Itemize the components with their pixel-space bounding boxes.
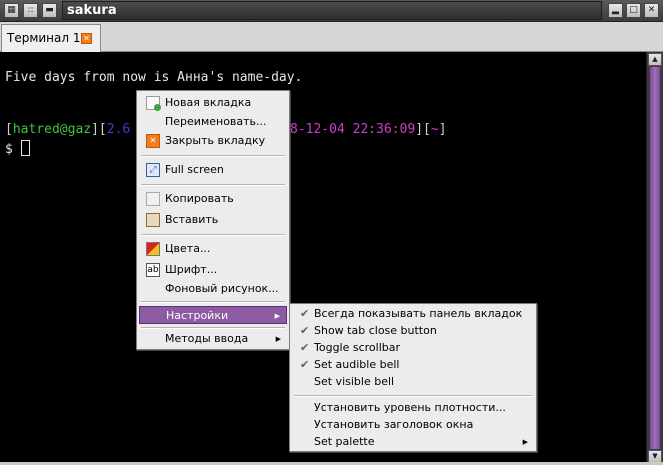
menu-item-colors[interactable]: Цвета...: [139, 240, 287, 258]
prompt-path: ~: [430, 122, 439, 137]
close-x-icon[interactable]: ✕: [81, 33, 92, 44]
menu-item-label: Фоновый рисунок...: [165, 282, 279, 295]
copy-icon: [146, 192, 160, 206]
fullscreen-icon: ⤢: [146, 163, 160, 177]
paste-icon: [146, 213, 160, 227]
font-icon: ab: [146, 263, 160, 277]
menu-item-label: Вставить: [165, 213, 219, 226]
prompt-version: 2.6: [106, 122, 131, 137]
menu-item-label: Цвета...: [165, 242, 211, 255]
prompt-date: 8-12-04 22:36:09: [290, 122, 416, 137]
menu-item-background-image[interactable]: Фоновый рисунок...: [139, 280, 287, 298]
settings-submenu: ✔ Всегда показывать панель вкладок ✔ Sho…: [289, 303, 537, 452]
menu-item-label: Шрифт...: [165, 263, 218, 276]
ps1: $: [5, 142, 21, 157]
prompt-bracket: ]: [438, 122, 447, 137]
menu-separator: [141, 184, 285, 186]
maximize-icon[interactable]: □: [626, 3, 641, 18]
submenu-item-show-tab-close[interactable]: ✔ Show tab close button: [292, 322, 534, 340]
menu-item-paste[interactable]: Вставить: [139, 211, 287, 229]
title-bar: ▦ :: ▬ sakura ▂ □ ✕: [0, 0, 663, 22]
menu-item-label: Методы ввода: [165, 332, 249, 345]
menu-item-label: Set visible bell: [314, 375, 395, 388]
menu-item-label: Toggle scrollbar: [314, 341, 401, 354]
menu-item-label: Установить уровень плотности...: [314, 401, 506, 414]
menu-item-label: Копировать: [165, 192, 234, 205]
context-menu: Новая вкладка Переименовать... ✕ Закрыть…: [136, 90, 290, 350]
prompt-line: [hatred@gaz][2.6: [5, 122, 130, 137]
checkmark-icon: ✔: [300, 341, 310, 354]
terminal-icon[interactable]: ▦: [4, 3, 19, 18]
menu-item-font[interactable]: ab Шрифт...: [139, 261, 287, 279]
prompt-user: hatred@gaz: [12, 122, 92, 137]
input-line[interactable]: $: [5, 140, 30, 157]
close-tab-icon: ✕: [146, 134, 160, 148]
submenu-arrow-icon: ▶: [522, 438, 528, 446]
menu-item-input-methods[interactable]: Методы ввода ▶: [139, 330, 287, 348]
new-tab-icon: [146, 96, 161, 111]
checkmark-icon: ✔: [300, 358, 310, 371]
prompt-bracket: [: [5, 122, 13, 137]
submenu-arrow-icon: ▶: [274, 312, 280, 320]
menu-item-fullscreen[interactable]: ⤢ Full screen: [139, 161, 287, 179]
tab-label: Терминал 1: [7, 31, 81, 45]
menu-separator: [141, 234, 285, 236]
shade-icon[interactable]: ▬: [42, 3, 57, 18]
menu-item-label: Новая вкладка: [165, 96, 252, 109]
colors-icon: [146, 242, 160, 256]
submenu-item-window-title[interactable]: Установить заголовок окна: [292, 416, 534, 434]
menu-item-label: Переименовать...: [165, 115, 267, 128]
submenu-item-audible-bell[interactable]: ✔ Set audible bell: [292, 356, 534, 374]
submenu-item-always-show-tabs[interactable]: ✔ Всегда показывать панель вкладок: [292, 305, 534, 323]
menu-item-label: Set audible bell: [314, 358, 400, 371]
submenu-arrow-icon: ▶: [275, 335, 281, 343]
menu-item-rename[interactable]: Переименовать...: [139, 113, 287, 131]
scrollbar[interactable]: ▲ ▼: [646, 52, 663, 465]
scroll-up-icon[interactable]: ▲: [648, 53, 662, 66]
submenu-item-visible-bell[interactable]: Set visible bell: [292, 373, 534, 391]
submenu-item-toggle-scrollbar[interactable]: ✔ Toggle scrollbar: [292, 339, 534, 357]
text-cursor: [20, 140, 30, 156]
menu-separator: [141, 301, 285, 303]
submenu-item-set-palette[interactable]: Set palette ▶: [292, 433, 534, 451]
prompt-bracket: ][: [91, 122, 107, 137]
submenu-item-opacity[interactable]: Установить уровень плотности...: [292, 399, 534, 417]
menu-item-label: Установить заголовок окна: [314, 418, 474, 431]
checkmark-icon: ✔: [300, 324, 310, 337]
menu-separator: [141, 155, 285, 157]
menu-item-new-tab[interactable]: Новая вкладка: [139, 94, 287, 112]
menu-item-settings[interactable]: Настройки ▶: [139, 306, 287, 324]
menu-item-label: Set palette: [314, 435, 375, 448]
tab-terminal-1[interactable]: Терминал 1 ✕: [1, 24, 101, 53]
scrollbar-thumb[interactable]: [649, 66, 661, 450]
menu-icon[interactable]: ::: [23, 3, 38, 18]
window-title: sakura: [62, 1, 602, 20]
prompt-date-line: 8-12-04 22:36:09][~]: [290, 122, 447, 137]
close-icon[interactable]: ✕: [644, 3, 659, 18]
menu-item-label: Закрыть вкладку: [165, 134, 266, 147]
menu-item-close-tab[interactable]: ✕ Закрыть вкладку: [139, 132, 287, 150]
menu-separator: [294, 395, 532, 397]
tab-bar: Терминал 1 ✕: [0, 22, 663, 53]
output-line: Five days from now is Анна's name-day.: [5, 70, 303, 85]
menu-item-label: Full screen: [165, 163, 224, 176]
menu-item-label: Настройки: [166, 309, 229, 322]
minimize-icon[interactable]: ▂: [608, 3, 623, 18]
menu-item-label: Всегда показывать панель вкладок: [314, 307, 523, 320]
menu-separator: [141, 327, 285, 329]
checkmark-icon: ✔: [300, 307, 310, 320]
menu-item-copy[interactable]: Копировать: [139, 190, 287, 208]
menu-item-label: Show tab close button: [314, 324, 437, 337]
prompt-bracket: ][: [415, 122, 431, 137]
